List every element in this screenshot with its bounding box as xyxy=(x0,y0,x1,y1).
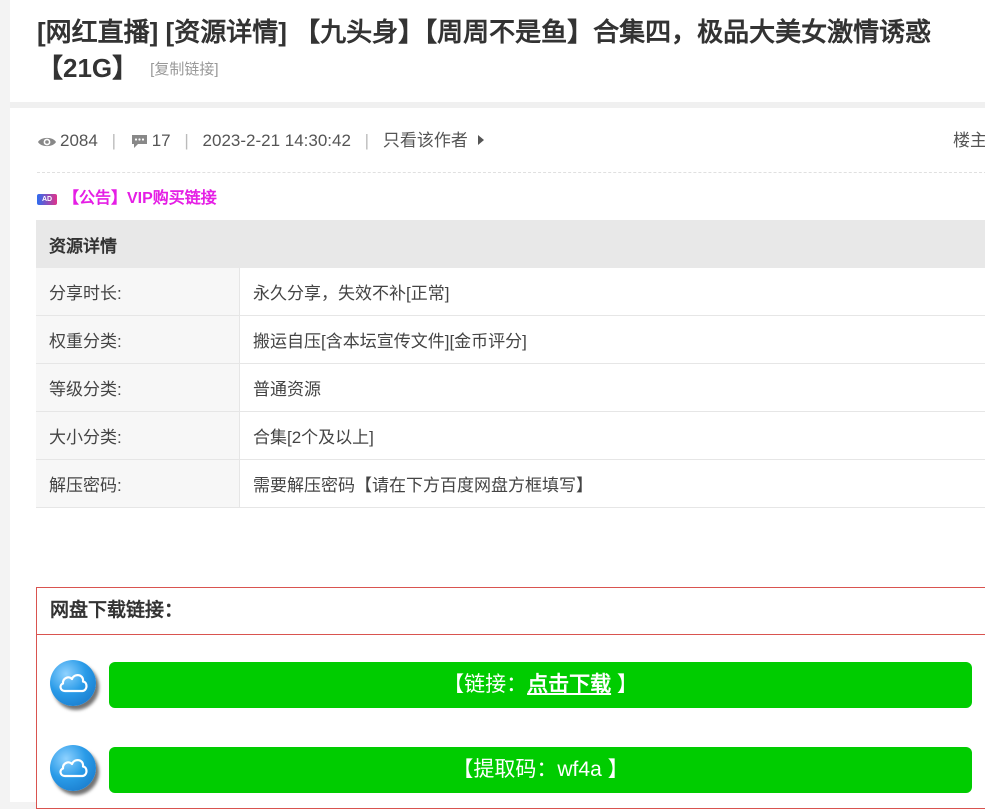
extract-code-button[interactable]: 【提取码：wf4a 】 xyxy=(109,747,972,793)
download-link-button[interactable]: 【链接：点击下载 】 xyxy=(109,662,972,708)
detail-value: 需要解压密码【请在下方百度网盘方框填写】 xyxy=(240,460,985,508)
detail-label: 分享时长: xyxy=(36,268,240,316)
triangle-right-icon xyxy=(478,135,484,145)
table-row: 大小分类: 合集[2个及以上] xyxy=(36,412,985,460)
notice-text: 【公告】VIP购买链接 xyxy=(63,190,217,207)
detail-label: 权重分类: xyxy=(36,316,240,364)
floor-label: 楼主 xyxy=(953,128,985,154)
detail-label: 大小分类: xyxy=(36,412,240,460)
details-header: 资源详情 xyxy=(36,220,985,268)
cloud-icon xyxy=(50,660,96,706)
detail-value: 合集[2个及以上] xyxy=(240,412,985,460)
table-row: 等级分类: 普通资源 xyxy=(36,364,985,412)
detail-value: 永久分享，失效不补[正常] xyxy=(240,268,985,316)
download-link[interactable]: 点击下载 xyxy=(527,673,611,696)
detail-label: 解压密码: xyxy=(36,460,240,508)
detail-value: 普通资源 xyxy=(240,364,985,412)
link-suffix: 】 xyxy=(617,673,638,696)
table-row: 权重分类: 搬运自压[含本坛宣传文件][金币评分] xyxy=(36,316,985,364)
post-title: [网红直播] [资源详情] 【九头身】【周周不是鱼】合集四，极品大美女激情诱惑【… xyxy=(37,14,977,88)
post-datetime: 2023-2-21 14:30:42 xyxy=(203,131,351,150)
resource-details-table: 资源详情 分享时长: 永久分享，失效不补[正常] 权重分类: 搬运自压[含本坛宣… xyxy=(36,220,985,508)
cloud-icon xyxy=(50,745,96,791)
notice-link[interactable]: AD 【公告】VIP购买链接 xyxy=(37,187,217,211)
copy-link[interactable]: [复制链接] xyxy=(150,61,218,78)
meta-separator: | xyxy=(365,131,369,150)
view-count: 2084 xyxy=(60,131,98,150)
meta-divider xyxy=(37,172,985,173)
eye-icon xyxy=(37,131,57,157)
meta-separator: | xyxy=(184,131,188,150)
meta-separator: | xyxy=(112,131,116,150)
ad-badge: AD xyxy=(37,194,57,205)
section-divider xyxy=(10,102,985,108)
post-meta: 2084 | 17 | 2023-2-21 14:30:42 | 只看该作者 楼… xyxy=(37,128,985,154)
author-only-label: 只看该作者 xyxy=(383,131,468,150)
reply-count: 17 xyxy=(152,131,171,150)
detail-value: 搬运自压[含本坛宣传文件][金币评分] xyxy=(240,316,985,364)
table-row: 解压密码: 需要解压密码【请在下方百度网盘方框填写】 xyxy=(36,460,985,508)
table-row: 分享时长: 永久分享，失效不补[正常] xyxy=(36,268,985,316)
extract-code-text: 【提取码：wf4a 】 xyxy=(452,758,628,781)
download-box: 网盘下载链接： 【链接：点击下载 】 【提取码：wf4a 】 xyxy=(36,587,985,809)
detail-label: 等级分类: xyxy=(36,364,240,412)
author-only-link[interactable]: 只看该作者 xyxy=(383,131,484,150)
download-link-row: 【链接：点击下载 】 xyxy=(50,658,985,708)
link-prefix: 【链接： xyxy=(443,673,527,696)
download-header: 网盘下载链接： xyxy=(37,588,985,635)
extract-code-row: 【提取码：wf4a 】 xyxy=(50,743,985,793)
comment-icon xyxy=(130,131,149,157)
